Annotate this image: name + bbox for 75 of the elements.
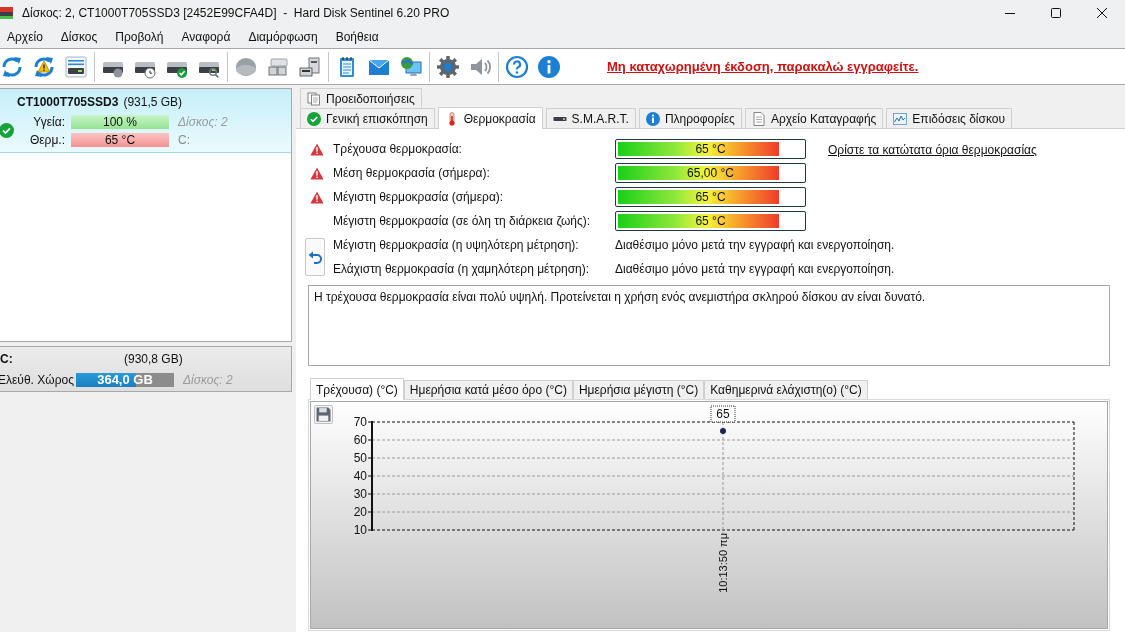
meter-label: Θερμ.:	[28, 132, 66, 149]
record-label: Ελάχιστη θερμοκρασία (η χαμηλότερη μέτρηση):	[333, 261, 591, 278]
data-label: 65	[710, 405, 736, 423]
reset-button[interactable]	[305, 238, 325, 276]
menu-item[interactable]: Αρχείο	[0, 26, 52, 48]
reading-label: Μέση θερμοκρασία (σήμερα):	[333, 165, 491, 182]
save-chart-button[interactable]	[314, 405, 333, 424]
menu-item[interactable]: Αναφορά	[172, 26, 240, 48]
check-circle-icon	[307, 111, 321, 126]
reading-label: Μέγιστη θερμοκρασία (σήμερα):	[333, 189, 505, 206]
chart-tab[interactable]: Ημερήσια μέγιστη (°C)	[572, 380, 705, 399]
close-icon	[1097, 8, 1107, 18]
disk-note: Δίσκος: 2	[183, 371, 233, 389]
tab[interactable]: Γενική επισκόπηση	[300, 108, 435, 128]
computer-drive-icon	[298, 54, 322, 79]
disk-note: C:	[178, 132, 190, 149]
reading-value: 65 °C	[695, 213, 726, 230]
disk-card[interactable]: CT1000T705SSD3 (931,5 GB) Υγεία: 100 % Δίσκος: 2 Θερμ.: 65 °C C:	[0, 89, 291, 153]
help-icon	[505, 54, 529, 79]
chart-tab[interactable]: Καθημερινά ελάχιστη(ο) (°C)	[704, 380, 868, 399]
reading-value: 65 °C	[695, 141, 726, 158]
window-title: Δίσκος: 2, CT1000T705SSD3 [2452E99CFA4D] - Hard Disk Sentinel 6.20 PRO	[22, 5, 450, 22]
meter-label: Υγεία:	[32, 114, 66, 131]
refresh-warning-icon	[32, 54, 56, 79]
menu-item[interactable]: Διαμόρφωση	[239, 26, 327, 48]
reading-label: Τρέχουσα θερμοκρασία:	[333, 141, 463, 158]
message-box: Η τρέχουσα θερμοκρασία είναι πολύ υψηλή. Προτείνεται η χρήση ενός ανεμιστήρα σκληρού δίσκου αν είναι δυνατό.	[308, 285, 1110, 366]
globe-monitor-icon	[399, 54, 423, 79]
registration-link[interactable]: Μη καταχωρημένη έκδοση, παρακαλώ εγγραφείτε.	[607, 56, 919, 77]
y-tick-label: 50	[353, 451, 367, 465]
tab[interactable]: S.M.A.R.T.	[545, 108, 636, 128]
menu-item[interactable]: Βοήθεια	[326, 26, 388, 48]
menu-item[interactable]: Δίσκος	[51, 26, 107, 48]
settings-icon	[436, 54, 460, 79]
y-tick-label: 10	[353, 523, 367, 537]
record-label: Μέγιστη θερμοκρασία (η υψηλότερη μέτρηση):	[333, 237, 580, 254]
info-icon	[537, 54, 561, 79]
drive-letter: C:	[0, 350, 14, 368]
tab[interactable]: Αρχείο Καταγραφής	[744, 108, 884, 128]
y-tick-label: 70	[353, 415, 367, 429]
info-icon	[645, 111, 660, 126]
reading-value: 65,00 °C	[687, 165, 734, 182]
tab[interactable]: Επιδόσεις δίσκου	[886, 108, 1013, 128]
y-tick-label: 20	[353, 505, 367, 519]
y-tick-label: 60	[353, 433, 367, 447]
documents-icon	[307, 91, 321, 106]
record-value: Διαθέσιμο μόνο μετά την εγγραφή και ενεργοποίηση.	[615, 261, 895, 278]
record-value: Διαθέσιμο μόνο μετά την εγγραφή και ενεργοποίηση.	[615, 237, 895, 254]
chart-tab[interactable]: Τρέχουσα) (°C)	[310, 378, 404, 400]
drive-list-icon	[64, 54, 88, 79]
threshold-link[interactable]: Ορίστε τα κατώτατα όρια θερμοκρασίας	[828, 143, 1037, 157]
data-label: 65	[716, 407, 730, 421]
tab[interactable]: Πληροφορίες	[638, 108, 742, 128]
partition-capacity: (930,8 GB)	[124, 350, 183, 368]
disk-note: Δίσκος: 2	[178, 114, 228, 131]
bar-value: 65 °C	[104, 133, 136, 147]
y-tick-label: 30	[353, 487, 367, 501]
tab[interactable]: Προειδοποιήσεις	[300, 88, 422, 108]
reading-label: Μέγιστη θερμοκρασία (σε όλη τη διάρκεια ζωής):	[333, 213, 592, 230]
minimize-icon	[1005, 12, 1015, 14]
document-icon	[751, 111, 766, 126]
maximize-icon	[1051, 8, 1061, 18]
reading-value: 65 °C	[695, 189, 726, 206]
line-chart-icon	[893, 111, 908, 126]
app-icon	[0, 5, 13, 21]
disk-capacity: (931,5 GB)	[123, 94, 183, 111]
undo-arrow-icon	[308, 250, 322, 264]
disk-model: CT1000T705SSD3	[17, 94, 119, 111]
chart-tab[interactable]: Ημερήσια κατά μέσο όρο (°C)	[403, 380, 573, 399]
menu-item[interactable]: Προβολή	[106, 26, 173, 48]
x-tick-label: 10:13:50 πμ	[717, 533, 729, 593]
bar-value: 100 %	[103, 115, 137, 129]
tab[interactable]: Θερμοκρασία	[437, 107, 543, 129]
refresh-icon	[0, 54, 24, 79]
y-tick-label: 40	[353, 469, 367, 483]
